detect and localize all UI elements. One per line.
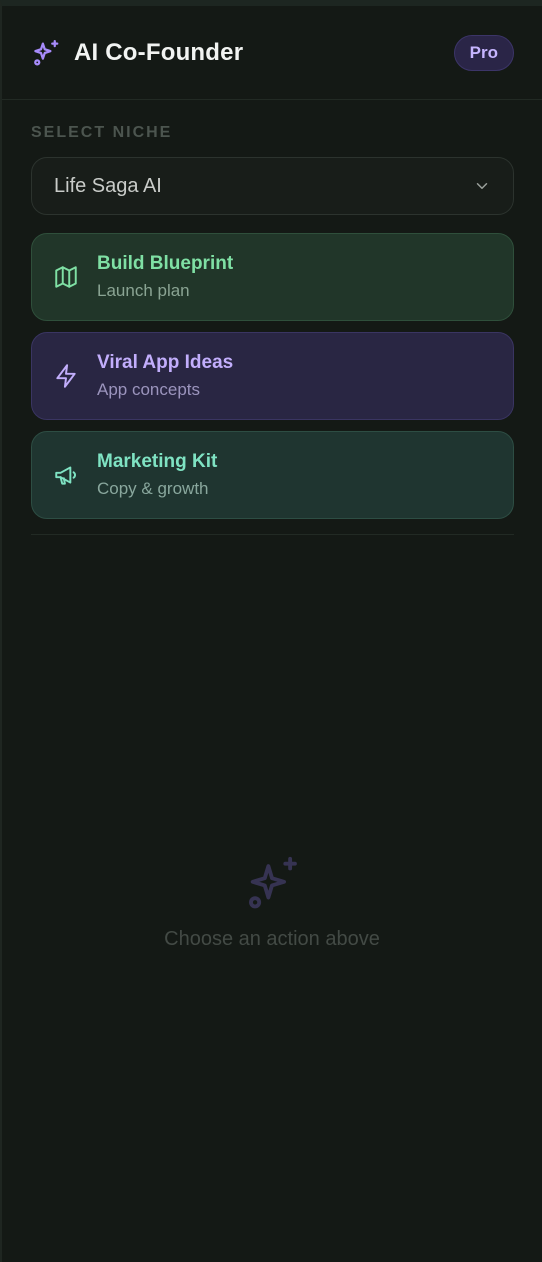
niche-dropdown[interactable]: Life Saga AI — [31, 157, 514, 215]
card-text: Build Blueprint Launch plan — [97, 253, 233, 301]
card-title: Viral App Ideas — [97, 352, 234, 373]
card-subtitle: Launch plan — [97, 281, 190, 300]
zap-icon — [52, 362, 80, 390]
megaphone-icon — [52, 461, 80, 489]
ai-cofounder-panel: AI Co-Founder Pro SELECT NICHE Life Saga… — [0, 0, 542, 1262]
pro-badge[interactable]: Pro — [453, 34, 514, 71]
select-niche-label: SELECT NICHE — [31, 124, 173, 141]
empty-state-message: Choose an action above — [164, 928, 380, 950]
card-title: Build Blueprint — [97, 253, 234, 274]
card-title: Marketing Kit — [97, 451, 218, 472]
card-subtitle: App concepts — [97, 380, 201, 399]
sparkles-icon — [243, 854, 301, 912]
app-title: AI Co-Founder — [74, 38, 244, 66]
empty-state: Choose an action above — [2, 854, 542, 951]
sparkles-icon — [30, 37, 62, 69]
card-text: Marketing Kit Copy & growth — [97, 451, 217, 499]
niche-section: SELECT NICHE Life Saga AI Build Blueprin… — [2, 100, 542, 519]
panel-header: AI Co-Founder Pro — [2, 6, 542, 100]
marketing-kit-button[interactable]: Marketing Kit Copy & growth — [31, 431, 514, 519]
card-text: Viral App Ideas App concepts — [97, 352, 233, 400]
chevron-down-icon — [473, 177, 491, 195]
map-icon — [52, 263, 80, 291]
card-subtitle: Copy & growth — [97, 479, 209, 498]
section-divider — [31, 534, 514, 535]
niche-selected-value: Life Saga AI — [54, 174, 162, 197]
viral-app-ideas-button[interactable]: Viral App Ideas App concepts — [31, 332, 514, 420]
build-blueprint-button[interactable]: Build Blueprint Launch plan — [31, 233, 514, 321]
